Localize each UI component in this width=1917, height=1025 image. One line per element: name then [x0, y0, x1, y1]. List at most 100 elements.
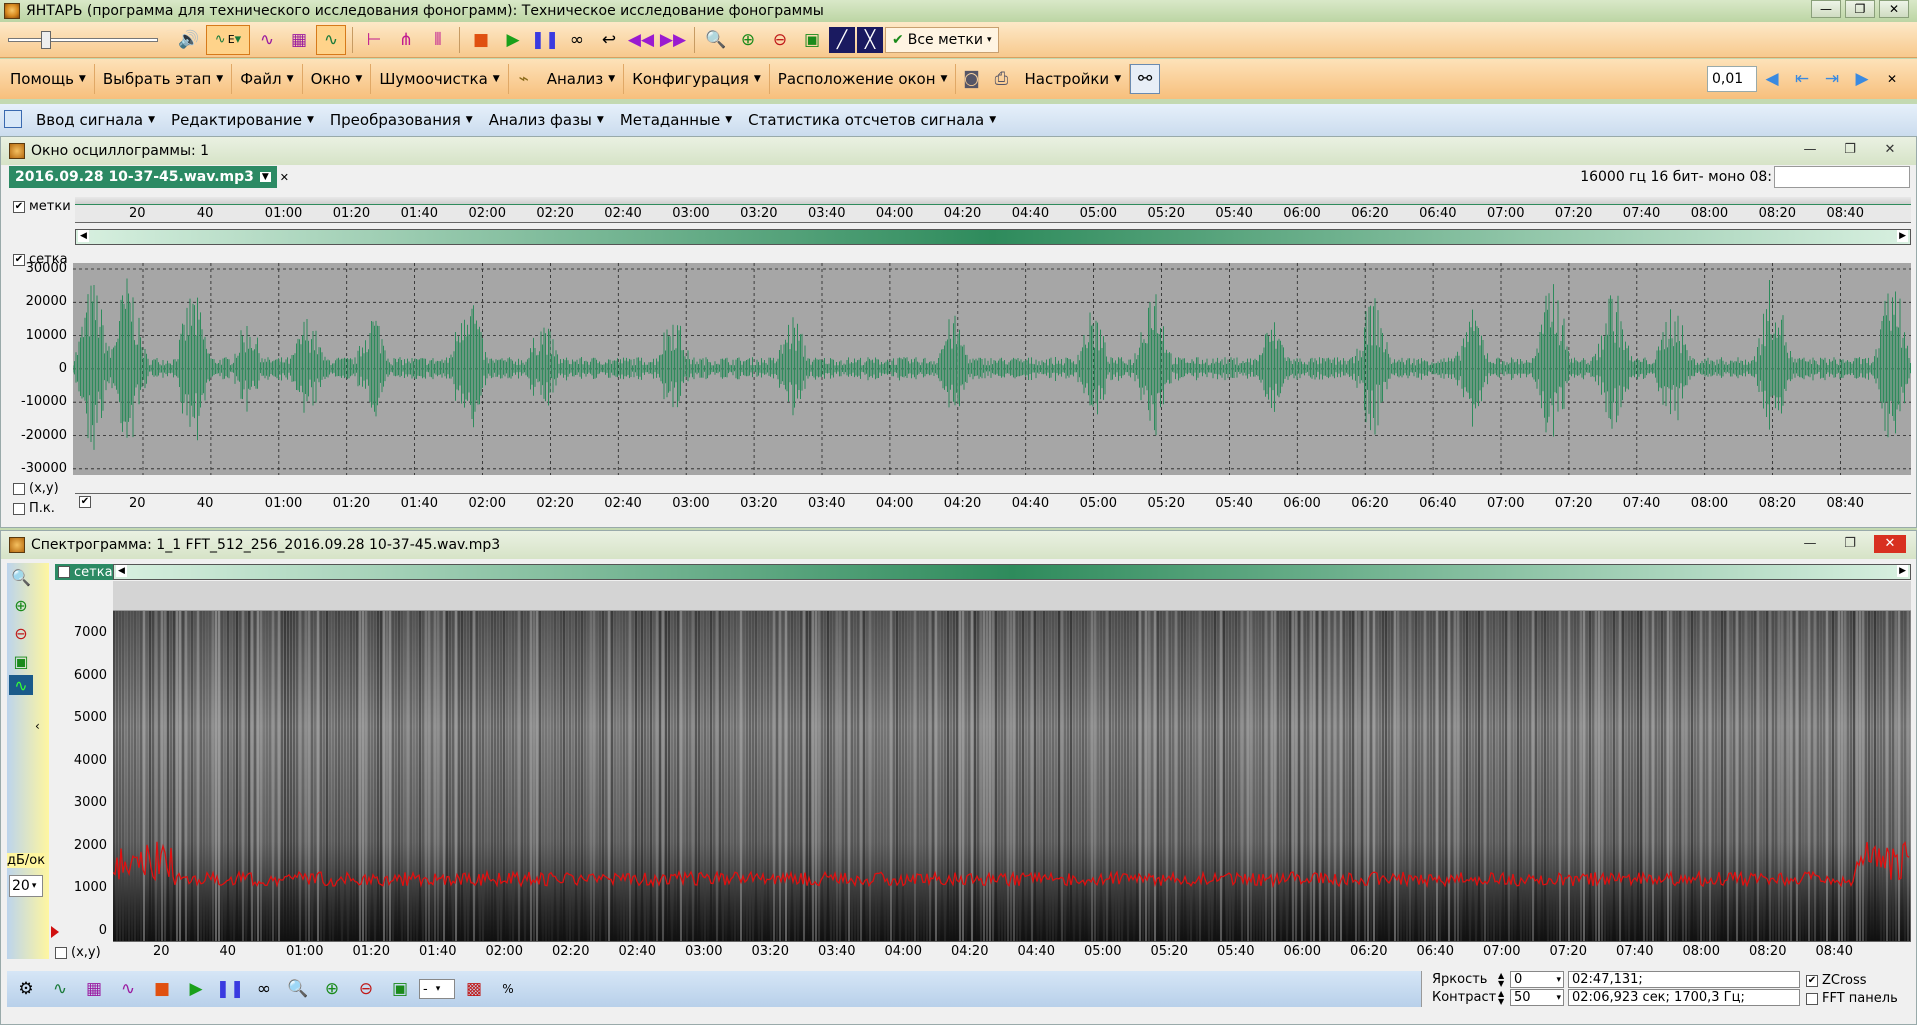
format-field[interactable]: [1774, 166, 1910, 188]
maximize-button[interactable]: ❐: [1834, 535, 1866, 553]
waveform-icon[interactable]: ∿: [9, 675, 33, 695]
forward-icon[interactable]: ▶▶: [658, 25, 688, 55]
spectrum-icon[interactable]: ╱: [829, 26, 855, 53]
rewind-icon[interactable]: ◀◀: [626, 25, 656, 55]
minimize-button[interactable]: —: [1811, 0, 1841, 18]
scroll-left-icon[interactable]: ◀: [78, 230, 89, 242]
zoom-in-icon[interactable]: ⊕: [317, 974, 347, 1004]
waveform-box-icon[interactable]: ▦: [79, 974, 109, 1004]
collapse-icon[interactable]: ‹: [35, 719, 40, 733]
zoom-in-icon[interactable]: ⊕: [733, 25, 763, 55]
marker-multi-icon[interactable]: ⋔: [391, 25, 421, 55]
marker-add-icon[interactable]: ⊢: [359, 25, 389, 55]
menu-noise-reduction[interactable]: Шумоочистка ▼: [371, 64, 509, 94]
menu-configuration[interactable]: Конфигурация ▼: [624, 64, 770, 94]
menu-metadata[interactable]: Метаданные ▼: [612, 105, 740, 135]
menu-help[interactable]: Помощь ▼: [2, 64, 95, 94]
xy-checkbox[interactable]: (x,y): [13, 481, 59, 496]
spectrogram-plot[interactable]: [113, 611, 1911, 941]
step-back-icon[interactable]: ⇤: [1787, 64, 1817, 94]
brightness-spinner[interactable]: ▲ ▼: [1498, 972, 1504, 988]
menu-analysis[interactable]: Анализ ▼: [539, 64, 625, 94]
menu-window-layout[interactable]: Расположение окон ▼: [770, 64, 957, 94]
menu-settings[interactable]: Настройки ▼: [1016, 64, 1131, 94]
menu-select-stage[interactable]: Выбрать этап ▼: [95, 64, 233, 94]
pk-checkbox[interactable]: П.к.: [13, 501, 55, 516]
db-select[interactable]: 20 ▾: [9, 875, 43, 897]
spectrogram-hscroll[interactable]: ◀ ▶: [113, 564, 1911, 580]
zoom-out-icon[interactable]: ⊖: [351, 974, 381, 1004]
pause-icon[interactable]: ❚❚: [530, 25, 560, 55]
fft-panel-checkbox[interactable]: FFT панель: [1806, 991, 1898, 1006]
menu-window[interactable]: Окно ▼: [303, 64, 372, 94]
gear-icon[interactable]: ⚙: [11, 974, 41, 1004]
menu-transforms[interactable]: Преобразования ▼: [322, 105, 481, 135]
all-marks-dropdown[interactable]: ✔ Все метки ▾: [885, 26, 999, 53]
volume-slider-knob[interactable]: [41, 30, 51, 49]
step-forward-icon[interactable]: ⇥: [1817, 64, 1847, 94]
broom-icon[interactable]: ⌁: [509, 64, 539, 94]
contrast-spinner[interactable]: ▲ ▼: [1498, 990, 1504, 1006]
menu-editing[interactable]: Редактирование ▼: [163, 105, 322, 135]
spec-grid-checkbox[interactable]: сетка: [55, 564, 116, 580]
play-icon[interactable]: ▶: [181, 974, 211, 1004]
loop-icon[interactable]: ∞: [562, 25, 592, 55]
brightness-select[interactable]: 0 ▾: [1510, 971, 1564, 988]
menu-signal-input[interactable]: Ввод сигнала ▼: [28, 105, 163, 135]
chevron-down-icon[interactable]: ▼: [259, 172, 271, 182]
contrast-select[interactable]: 50 ▾: [1510, 989, 1564, 1006]
waveform-active-icon[interactable]: ∿: [316, 24, 346, 55]
check-icon[interactable]: ✔: [79, 496, 91, 508]
step-next-icon[interactable]: ▶: [1847, 64, 1877, 94]
return-icon[interactable]: ↩: [594, 25, 624, 55]
zoom-tool-icon[interactable]: 🔍: [701, 25, 731, 55]
waveform-box-icon[interactable]: ▦: [284, 25, 314, 55]
close-tab-icon[interactable]: ✕: [280, 171, 289, 184]
scroll-right-icon[interactable]: ▶: [1897, 230, 1908, 242]
minimize-button[interactable]: —: [1794, 141, 1826, 159]
oscillogram-plot[interactable]: [73, 263, 1911, 475]
zoom-out-icon[interactable]: ⊖: [765, 25, 795, 55]
zoom-out-icon[interactable]: ⊖: [7, 619, 35, 647]
spec-xy-checkbox[interactable]: (x,y): [55, 945, 101, 960]
spectrum-alt-icon[interactable]: ╳: [857, 26, 883, 53]
scroll-right-icon[interactable]: ▶: [1897, 565, 1908, 577]
loop-icon[interactable]: ∞: [249, 974, 279, 1004]
close-button[interactable]: ✕: [1874, 141, 1906, 159]
close-button[interactable]: ✕: [1879, 0, 1909, 18]
marks-strip[interactable]: [75, 197, 1911, 205]
printer-icon[interactable]: ⎙: [986, 64, 1016, 94]
close-step-icon[interactable]: ✕: [1877, 64, 1907, 94]
zcross-checkbox[interactable]: ✔ ZCross: [1806, 973, 1867, 988]
waveform-icon[interactable]: ∿: [252, 25, 282, 55]
minimize-button[interactable]: —: [1794, 535, 1826, 553]
menu-file[interactable]: Файл ▼: [232, 64, 303, 94]
menu-phase-analysis[interactable]: Анализ фазы ▼: [481, 105, 612, 135]
menu-sample-statistics[interactable]: Статистика отсчетов сигнала ▼: [740, 105, 1004, 135]
bottom-combo[interactable]: - ▾: [419, 979, 455, 999]
volume-slider[interactable]: [8, 30, 158, 49]
zoom-fit-icon[interactable]: ▣: [797, 25, 827, 55]
pause-icon[interactable]: ❚❚: [215, 974, 245, 1004]
waveform-active-icon[interactable]: ∿: [113, 974, 143, 1004]
oscillogram-hscroll[interactable]: ◀ ▶: [75, 229, 1911, 245]
file-tab[interactable]: 2016.09.28 10-37-45.wav.mp3 ▼: [9, 166, 277, 188]
step-value-field[interactable]: 0,01: [1707, 66, 1757, 92]
zoom-fit-icon[interactable]: ▣: [7, 647, 35, 675]
camera-icon[interactable]: ◙: [956, 64, 986, 94]
zoom-tool-icon[interactable]: 🔍: [283, 974, 313, 1004]
panel-icon[interactable]: [4, 110, 22, 128]
stop-icon[interactable]: ■: [147, 974, 177, 1004]
zoom-fit-icon[interactable]: ▣: [385, 974, 415, 1004]
speaker-icon[interactable]: 🔊: [174, 25, 204, 55]
scroll-left-icon[interactable]: ◀: [116, 565, 127, 577]
link-icon[interactable]: ⚯: [1130, 64, 1161, 94]
percent-icon[interactable]: %: [493, 974, 523, 1004]
maximize-button[interactable]: ❐: [1845, 0, 1875, 18]
zoom-in-icon[interactable]: ⊕: [7, 591, 35, 619]
palette-icon[interactable]: ▩: [459, 974, 489, 1004]
step-prev-icon[interactable]: ◀: [1757, 64, 1787, 94]
waveform-icon[interactable]: ∿: [45, 974, 75, 1004]
stop-icon[interactable]: ■: [466, 25, 496, 55]
maximize-button[interactable]: ❐: [1834, 141, 1866, 159]
